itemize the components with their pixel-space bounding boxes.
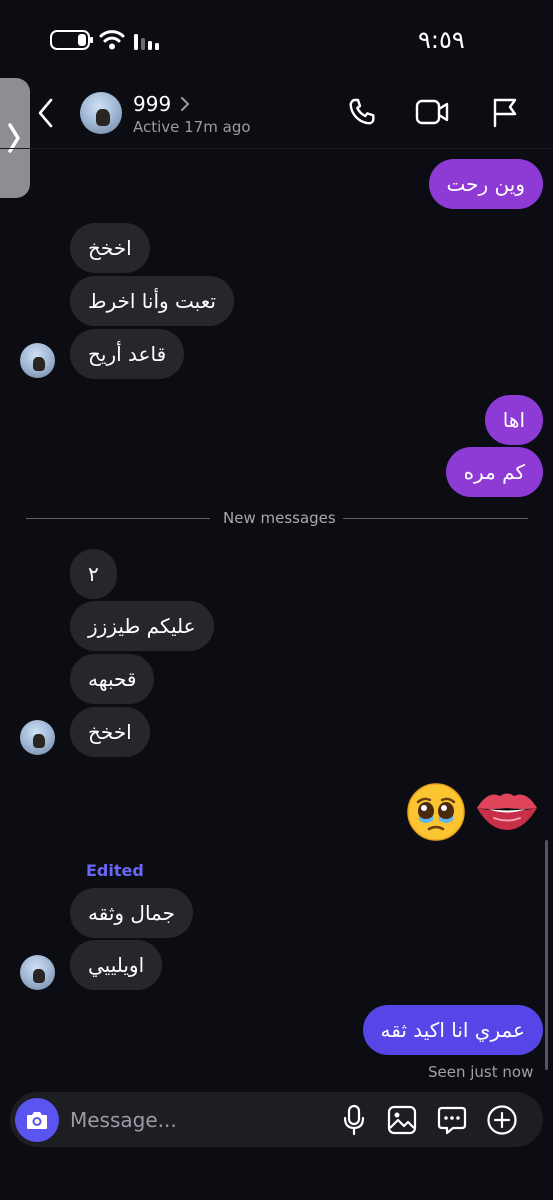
status-bar: ٩:٥٩: [0, 0, 553, 70]
plus-circle-icon[interactable]: [486, 1104, 518, 1136]
sender-avatar[interactable]: [20, 955, 55, 990]
sent-message[interactable]: عمري انا اكيد ثقه: [362, 1005, 543, 1055]
back-chevron-icon[interactable]: [34, 96, 58, 130]
pleading-face-emoji[interactable]: [406, 782, 466, 842]
message-input[interactable]: [70, 1106, 320, 1134]
side-panel-handle[interactable]: [0, 78, 30, 198]
chevron-right-small-icon[interactable]: [180, 96, 190, 112]
status-time: ٩:٥٩: [418, 26, 465, 54]
phone-icon[interactable]: [346, 96, 378, 128]
received-message[interactable]: قحبهه: [70, 654, 155, 704]
sender-avatar[interactable]: [20, 343, 55, 378]
received-message[interactable]: اخخخ: [70, 707, 150, 757]
flag-icon[interactable]: [490, 96, 520, 128]
seen-status: Seen just now: [428, 1063, 534, 1081]
received-message[interactable]: جمال وثقه: [70, 888, 193, 938]
sent-message[interactable]: وين رحت: [428, 159, 543, 209]
sent-message[interactable]: كم مره: [445, 447, 543, 497]
received-message[interactable]: تعبت وأنا اخرط: [70, 276, 234, 326]
signal-icon: [134, 34, 159, 50]
biting-lip-emoji[interactable]: [474, 786, 540, 832]
contact-avatar[interactable]: [80, 92, 122, 134]
new-messages-label: New messages: [223, 509, 336, 527]
contact-status: Active 17m ago: [133, 118, 251, 136]
new-messages-divider-right: [343, 518, 528, 519]
microphone-icon[interactable]: [342, 1104, 366, 1136]
battery-icon: [50, 30, 93, 50]
contact-name[interactable]: 999: [133, 92, 171, 116]
received-message[interactable]: عليكم طيززز: [70, 601, 214, 651]
received-message[interactable]: ٢: [70, 549, 117, 599]
image-icon[interactable]: [386, 1104, 418, 1136]
received-message[interactable]: اويلييي: [70, 940, 163, 990]
received-message[interactable]: اخخخ: [70, 223, 150, 273]
camera-icon: [27, 1112, 47, 1129]
received-message[interactable]: قاعد أريح: [70, 329, 185, 379]
edited-label: Edited: [86, 861, 144, 880]
chevron-right-icon: [8, 123, 20, 153]
chat-bubble-icon[interactable]: [436, 1104, 468, 1136]
wifi-icon: [99, 30, 125, 50]
camera-button[interactable]: [15, 1098, 59, 1142]
sent-message[interactable]: اها: [484, 395, 543, 445]
sender-avatar[interactable]: [20, 720, 55, 755]
new-messages-divider-left: [26, 518, 210, 519]
video-camera-icon[interactable]: [414, 96, 450, 128]
scrollbar[interactable]: [545, 840, 548, 1070]
header-divider: [0, 148, 553, 149]
